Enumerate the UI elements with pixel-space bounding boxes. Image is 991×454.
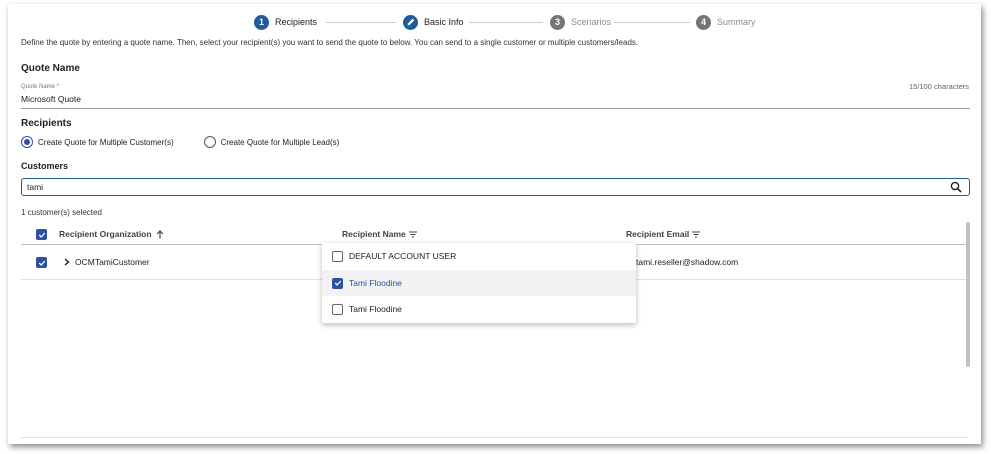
step-summary[interactable]: 4 Summary bbox=[696, 13, 756, 31]
table-scrollbar[interactable] bbox=[966, 222, 970, 367]
quote-name-field-label: Quote Name * bbox=[21, 84, 60, 90]
customers-heading: Customers bbox=[21, 161, 69, 171]
selected-count-text: 1 customer(s) selected bbox=[21, 208, 102, 217]
quote-wizard-panel: 1 Recipients Basic Info 3 Scenarios 4 Su… bbox=[8, 4, 981, 444]
radio-circle-icon bbox=[21, 136, 33, 148]
option-label: Tami Floodine bbox=[349, 278, 402, 288]
step-label: Scenarios bbox=[571, 17, 612, 27]
dropdown-option-tami-floodine-2[interactable]: Tami Floodine bbox=[322, 296, 636, 322]
filter-icon bbox=[408, 231, 417, 238]
radio-label: Create Quote for Multiple Customer(s) bbox=[38, 137, 174, 147]
radio-label: Create Quote for Multiple Lead(s) bbox=[220, 137, 340, 147]
recipients-heading: Recipients bbox=[21, 118, 72, 129]
column-header-recipient-email[interactable]: Recipient Email bbox=[626, 229, 701, 239]
dropdown-option-default-account-user[interactable]: DEFAULT ACCOUNT USER bbox=[322, 243, 636, 269]
row-checkbox[interactable] bbox=[36, 257, 47, 268]
radio-multiple-customers[interactable]: Create Quote for Multiple Customer(s) bbox=[21, 136, 174, 148]
step-number-badge: 3 bbox=[550, 14, 565, 30]
arrow-up-icon bbox=[156, 229, 164, 239]
chevron-right-icon[interactable] bbox=[64, 258, 70, 266]
organization-cell: OCMTamiCustomer bbox=[64, 257, 150, 267]
customer-search-input[interactable]: tami bbox=[21, 178, 970, 196]
recipient-type-radio-group: Create Quote for Multiple Customer(s) Cr… bbox=[21, 135, 369, 149]
option-label: Tami Floodine bbox=[349, 304, 402, 314]
column-header-organization[interactable]: Recipient Organization bbox=[59, 229, 164, 239]
quote-name-input[interactable]: Microsoft Quote bbox=[21, 94, 81, 104]
step-connector bbox=[326, 22, 396, 23]
filter-icon bbox=[692, 231, 701, 238]
recipient-email: tami.reseller@shadow.com bbox=[636, 257, 739, 267]
step-connector bbox=[469, 22, 543, 23]
radio-circle-icon bbox=[203, 136, 216, 148]
quote-name-underline bbox=[21, 108, 970, 109]
intro-text: Define the quote by entering a quote nam… bbox=[21, 38, 639, 47]
column-label: Recipient Name bbox=[342, 229, 406, 239]
step-number-badge: 4 bbox=[696, 14, 711, 30]
search-value: tami bbox=[27, 182, 44, 192]
step-basic-info[interactable]: Basic Info bbox=[403, 13, 464, 31]
organization-name: OCMTamiCustomer bbox=[75, 257, 150, 267]
step-label: Recipients bbox=[275, 17, 318, 27]
step-recipients[interactable]: 1 Recipients bbox=[254, 13, 317, 31]
wizard-stepper: 1 Recipients Basic Info 3 Scenarios 4 Su… bbox=[246, 13, 766, 31]
email-cell: tami.reseller@shadow.com bbox=[636, 257, 756, 267]
column-label: Recipient Email bbox=[626, 229, 690, 239]
option-checkbox[interactable] bbox=[332, 303, 343, 315]
recipient-name-dropdown: DEFAULT ACCOUNT USER Tami Floodine Tami … bbox=[322, 243, 636, 323]
step-number-badge: 1 bbox=[254, 14, 269, 30]
quote-name-heading: Quote Name bbox=[21, 63, 80, 74]
dropdown-option-tami-floodine[interactable]: Tami Floodine bbox=[322, 270, 636, 296]
table-header: Recipient Organization Recipient Name Re… bbox=[21, 223, 968, 245]
step-label: Summary bbox=[717, 17, 756, 27]
step-scenarios[interactable]: 3 Scenarios bbox=[550, 13, 611, 31]
option-checkbox[interactable] bbox=[332, 250, 343, 262]
search-icon[interactable] bbox=[947, 180, 965, 194]
option-checkbox[interactable] bbox=[332, 277, 343, 289]
pencil-icon bbox=[403, 14, 418, 30]
option-label: DEFAULT ACCOUNT USER bbox=[349, 251, 457, 261]
column-label: Recipient Organization bbox=[59, 229, 152, 239]
radio-multiple-leads[interactable]: Create Quote for Multiple Lead(s) bbox=[203, 136, 340, 148]
select-all-checkbox[interactable] bbox=[36, 229, 47, 240]
character-counter: 15/100 characters bbox=[908, 82, 969, 91]
column-header-recipient-name[interactable]: Recipient Name bbox=[342, 229, 417, 239]
step-connector bbox=[614, 22, 690, 23]
step-label: Basic Info bbox=[424, 17, 464, 27]
